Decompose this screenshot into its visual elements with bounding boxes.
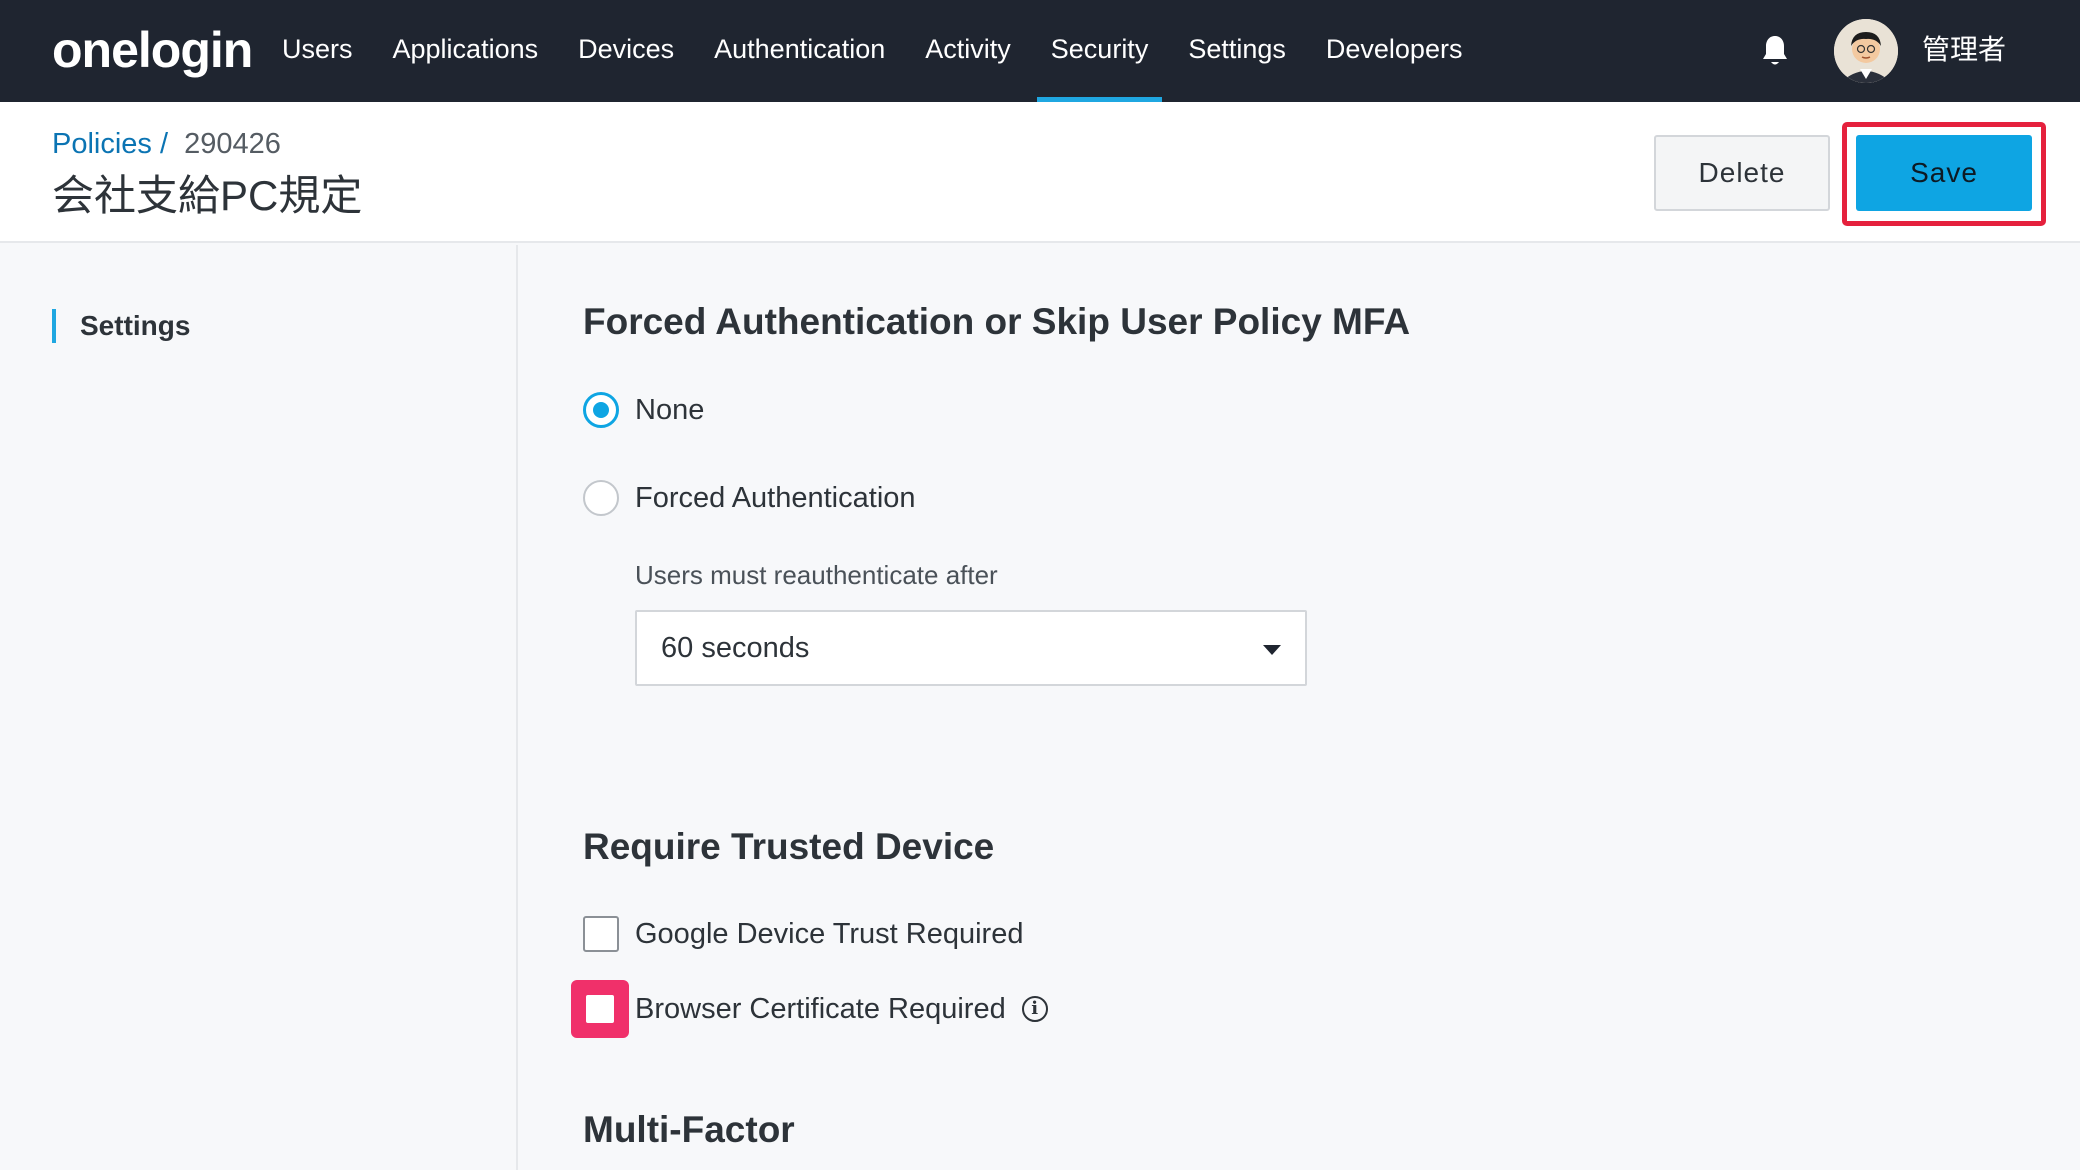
checkbox-label-google-device-trust: Google Device Trust Required [635,917,1024,950]
nav-applications[interactable]: Applications [373,0,559,102]
radio-label-forced-auth: Forced Authentication [635,481,916,514]
radio-forced-auth[interactable] [583,480,619,516]
main-menu: Users Applications Devices Authenticatio… [262,0,1482,102]
page-title: 会社支給PC規定 [52,172,363,219]
avatar-illustration-icon [1834,19,1898,83]
breadcrumb-separator: / [160,128,169,160]
forced-auth-section-title: Forced Authentication or Skip User Polic… [583,301,1411,342]
reauth-label: Users must reauthenticate after [635,560,998,590]
nav-security[interactable]: Security [1031,0,1169,102]
main-content: Forced Authentication or Skip User Polic… [520,245,2080,1170]
nav-authentication[interactable]: Authentication [694,0,905,102]
nav-developers[interactable]: Developers [1306,0,1483,102]
onelogin-logo[interactable]: onelogin [52,20,253,80]
delete-button[interactable]: Delete [1654,135,1830,211]
chevron-down-icon [1263,645,1281,655]
info-icon[interactable]: i [1021,996,1048,1022]
checkbox-browser-certificate-box [586,995,614,1023]
sidebar-item-settings[interactable]: Settings [52,309,190,343]
bell-icon[interactable] [1760,34,1790,68]
left-sidebar: Settings [0,245,518,1170]
user-menu[interactable]: 管理者 [1922,30,2006,70]
nav-activity[interactable]: Activity [905,0,1031,102]
radio-option-none[interactable]: None [583,391,704,429]
breadcrumb-current: 290426 [184,128,281,160]
checkbox-row-browser-certificate[interactable]: Browser Certificate Required i [635,990,1048,1028]
breadcrumb: Policies / 290426 [52,124,281,164]
checkbox-label-browser-certificate: Browser Certificate Required [635,992,1006,1025]
checkbox-browser-certificate[interactable] [571,980,629,1038]
avatar[interactable] [1834,19,1898,83]
trusted-device-section-title: Require Trusted Device [583,826,995,867]
save-button[interactable]: Save [1856,135,2032,211]
checkbox-google-device-trust[interactable] [583,916,619,952]
page-header: Policies / 290426 会社支給PC規定 Delete Save [0,102,2080,243]
radio-label-none: None [635,393,705,426]
reauth-select[interactable]: 60 seconds [635,610,1307,686]
top-nav: onelogin Users Applications Devices Auth… [0,0,2080,102]
nav-settings[interactable]: Settings [1168,0,1306,102]
reauth-select-value: 60 seconds [661,632,810,664]
nav-users[interactable]: Users [262,0,373,102]
radio-none[interactable] [583,392,619,428]
checkbox-row-google-device-trust[interactable]: Google Device Trust Required [583,915,1023,953]
multi-factor-section-title: Multi-Factor [583,1109,795,1150]
nav-devices[interactable]: Devices [558,0,694,102]
breadcrumb-policies-link[interactable]: Policies [52,128,152,160]
radio-option-forced-auth[interactable]: Forced Authentication [583,479,916,517]
